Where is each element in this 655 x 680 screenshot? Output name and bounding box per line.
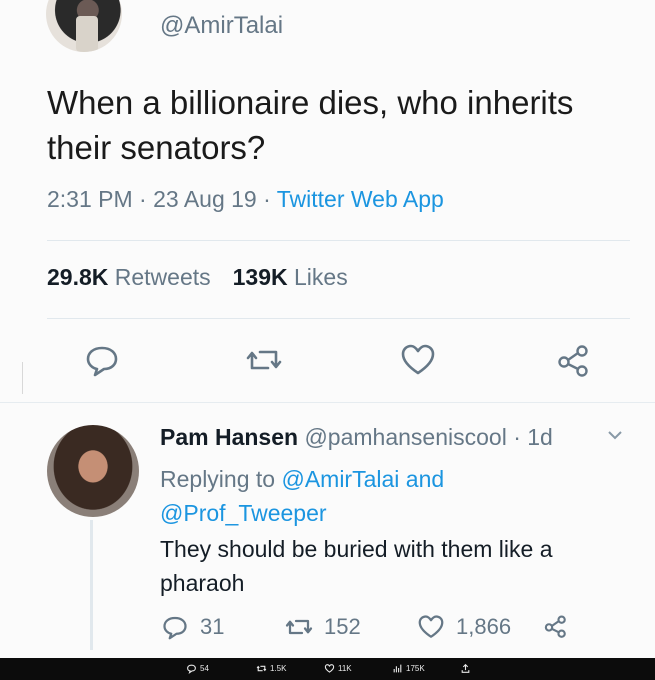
tweet-actions — [0, 340, 655, 380]
retweet-count: 152 — [324, 614, 361, 639]
reply-author-name[interactable]: Pam Hansen — [160, 424, 298, 450]
likes-count: 139K — [232, 264, 288, 290]
bar-share-button[interactable] — [460, 663, 471, 674]
bar-retweets-count: 1.5K — [270, 664, 287, 673]
tweet-date: 23 Aug 19 — [153, 186, 257, 212]
reply-icon — [187, 664, 196, 674]
replying-and: and — [399, 466, 445, 492]
reply-retweet-button[interactable]: 152 — [284, 612, 361, 642]
tweet-meta: 2:31 PM · 23 Aug 19 · Twitter Web App — [47, 186, 444, 213]
reply-icon — [86, 346, 118, 377]
tweet-time: 2:31 PM — [47, 186, 133, 212]
bar-views-count: 175K — [406, 664, 425, 673]
share-icon — [558, 345, 588, 377]
reply-age: · 1d — [506, 424, 553, 450]
retweet-icon — [256, 665, 267, 672]
likes-label: Likes — [294, 264, 348, 290]
replying-prefix: Replying to — [160, 466, 282, 492]
reply-like-button[interactable]: 1,866 — [416, 612, 511, 642]
reply-text: They should be buried with them like a p… — [160, 536, 553, 596]
like-count: 1,866 — [456, 614, 512, 639]
reply-icon — [163, 616, 187, 640]
bar-like-button[interactable]: 11K — [324, 663, 352, 674]
like-icon — [418, 615, 444, 638]
reply-header: Pam Hansen @pamhanseniscool · 1d — [160, 424, 553, 451]
likes-stat[interactable]: 139K Likes — [233, 264, 348, 290]
mention-link[interactable]: @AmirTalai — [281, 466, 399, 492]
tweet-stats: 29.8K Retweets 139K Likes — [47, 264, 348, 291]
separator: · — [132, 186, 154, 212]
like-button[interactable] — [398, 340, 438, 380]
author-handle[interactable]: @AmirTalai — [160, 12, 283, 40]
divider — [47, 240, 630, 241]
reply-actions: 31 152 1,866 — [160, 612, 630, 644]
divider — [47, 318, 630, 319]
reply-button[interactable] — [82, 340, 122, 380]
tweet-text: When a billionaire dies, who inherits th… — [47, 84, 574, 166]
bar-views-button[interactable]: 175K — [392, 663, 425, 674]
mention-link[interactable]: @Prof_Tweeper — [160, 500, 327, 526]
separator: · — [256, 186, 277, 212]
retweets-count: 29.8K — [47, 264, 109, 290]
share-button[interactable] — [554, 340, 594, 380]
reply-share-button[interactable] — [542, 612, 570, 640]
bar-retweet-button[interactable]: 1.5K — [256, 663, 286, 674]
reply-author-handle[interactable]: @pamhanseniscool — [304, 424, 506, 450]
upload-icon — [461, 663, 470, 673]
divider — [0, 402, 655, 403]
like-icon — [401, 344, 435, 375]
reply-avatar[interactable] — [47, 425, 139, 517]
bar-likes-count: 11K — [338, 664, 352, 673]
retweet-icon — [246, 350, 282, 370]
retweets-stat[interactable]: 29.8K Retweets — [47, 264, 211, 290]
tweet-source-link[interactable]: Twitter Web App — [277, 186, 444, 212]
chevron-down-icon[interactable] — [606, 428, 624, 442]
retweets-label: Retweets — [114, 264, 211, 290]
replying-to: Replying to @AmirTalai and @Prof_Tweeper — [160, 462, 620, 530]
bar-reply-button[interactable]: 54 — [186, 663, 209, 674]
bar-replies-count: 54 — [200, 664, 209, 673]
retweet-button[interactable] — [244, 340, 284, 380]
share-icon — [544, 615, 566, 638]
views-icon — [393, 664, 402, 673]
thread-line — [90, 520, 93, 650]
retweet-icon — [285, 619, 313, 635]
bottom-action-bar: 54 1.5K 11K 175K — [0, 658, 655, 680]
reply-count: 31 — [200, 614, 225, 639]
reply-reply-button[interactable]: 31 — [160, 612, 224, 642]
like-icon — [324, 664, 335, 673]
